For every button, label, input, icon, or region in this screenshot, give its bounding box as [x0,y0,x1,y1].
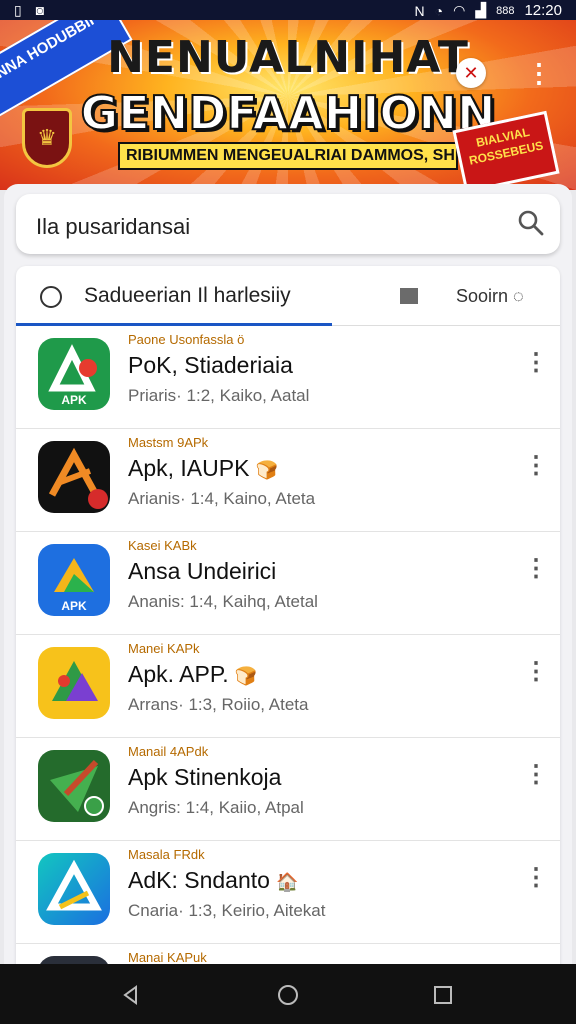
banner-menu-button[interactable]: ⋮ [526,56,552,90]
close-ad-button[interactable]: ✕ [456,58,486,88]
tab-bar: Sadueerian Il harlesiiy Sooirn ◌ [16,266,560,326]
app-name: Apk. APP. 🍞 [128,661,257,688]
signal-icon: ▟ [475,2,487,18]
app-publisher: Manei KAPk [128,641,200,656]
apk-teal-icon [38,853,110,925]
status-left: ▯ ◙ [14,2,44,19]
app-name: Ansa Undeirici [128,558,277,584]
more-options-button[interactable]: ⋮ [524,451,548,481]
notification-icon: ◙ [35,2,45,18]
recents-icon[interactable] [432,984,454,1006]
tab-sort-label: Sooirn [456,286,509,306]
more-options-button[interactable]: ⋮ [524,554,548,584]
ad-banner[interactable]: ANNA HODUBBII ♛ NENUALNIHAT GENDFAAHIONN… [0,20,576,190]
apk-green-icon: APK [38,338,110,410]
apk-dark-green-icon [38,750,110,822]
list-item[interactable]: APK Kasei KABk Ansa Undeirici Ananis: 1:… [16,532,560,635]
app-publisher: Masala FRdk [128,847,205,862]
list-item[interactable]: Manei KAPk Apk. APP. 🍞 Arrans· 1:3, Roiio… [16,635,560,738]
clock: 12:20 [524,2,562,19]
search-icon[interactable] [516,208,546,238]
app-meta: Cnaria· 1:3, Keirio, Aitekat [128,901,326,920]
app-publisher: Mastsm 9APk [128,435,209,450]
more-options-button[interactable]: ⋮ [524,863,548,893]
search-input[interactable]: Ila pusaridansai [36,214,190,240]
tab-active[interactable]: Sadueerian Il harlesiiy [84,284,291,308]
search-bar[interactable]: Ila pusaridansai [16,194,560,254]
navigation-bar [0,964,576,1024]
app-meta: Arrans· 1:3, Roiio, Ateta [128,695,309,714]
bread-icon: 🍞 [255,460,278,480]
app-publisher: Manai KAPuk [128,950,207,965]
svg-text:APK: APK [61,393,87,407]
app-name: PoK, Stiaderiaia [128,352,293,378]
app-publisher: Kasei KABk [128,538,197,553]
list-item[interactable]: Masala FRdk AdK: Sndanto 🏠 Cnaria· 1:3, K… [16,841,560,944]
house-icon: 🏠 [275,872,299,892]
status-right: N ◔ ◠ ▟ 888 12:20 [415,2,563,19]
home-icon[interactable] [277,984,299,1006]
app-name: AdK: Sndanto 🏠 [128,867,298,894]
square-icon[interactable] [400,288,418,304]
chat-icon: ◌ [508,286,524,306]
list-item[interactable]: APK Paone Usonfassla ö PoK, Stiaderiaia … [16,326,560,429]
radio-icon[interactable] [40,286,62,308]
app-meta: Angris: 1:4, Kaiio, Atpal [128,798,304,817]
wifi-icon: ◠ [453,2,466,18]
banner-subtitle: RIBIUMMEN MENGEUALRIAI DAMMOS, SHIOOHAEH [118,142,458,170]
app-meta: Priaris· 1:2, Kaiko, Aatal [128,386,310,405]
battery-text: 888 [496,4,515,17]
app-meta: Arianis· 1:4, Kaino, Ateta [128,489,316,508]
tab-sort[interactable]: Sooirn ◌ [456,286,524,307]
app-publisher: Paone Usonfassla ö [128,332,245,347]
alarm-icon: ◔ [434,2,444,19]
banner-title: NENUALNIHAT [107,32,469,83]
more-options-button[interactable]: ⋮ [524,657,548,687]
app-meta: Ananis: 1:4, Kaihq, Atetal [128,592,318,611]
nfc-icon: N [414,2,425,19]
more-options-button[interactable]: ⋮ [524,348,548,378]
app-list-card: Sadueerian Il harlesiiy Sooirn ◌ APK Pao… [16,266,560,974]
app-name: Apk Stinenkoja [128,764,282,790]
more-options-button[interactable]: ⋮ [524,760,548,790]
apk-yellow-icon [38,647,110,719]
app-name: Apk, IAUPK 🍞 [128,455,278,482]
apk-black-orange-icon [38,441,110,513]
list-item[interactable]: Mastsm 9APk Apk, IAUPK 🍞 Arianis· 1:4, Ka… [16,429,560,532]
status-bar: ▯ ◙ N ◔ ◠ ▟ 888 12:20 [0,0,576,20]
app-name-text: Apk, IAUPK [128,455,250,481]
list-item[interactable]: Manail 4APdk Apk Stinenkoja Angris: 1:4,… [16,738,560,841]
app-name-text: Apk. APP. [128,661,229,687]
content-sheet: Ila pusaridansai Sadueerian Il harlesiiy… [4,184,572,974]
apk-blue-icon: APK [38,544,110,616]
back-icon[interactable] [120,984,142,1006]
bread-icon: 🍞 [234,666,258,686]
app-publisher: Manail 4APdk [128,744,209,759]
svg-text:APK: APK [61,599,87,613]
sim-icon: ▯ [14,2,22,18]
app-name-text: AdK: Sndanto [128,867,270,893]
